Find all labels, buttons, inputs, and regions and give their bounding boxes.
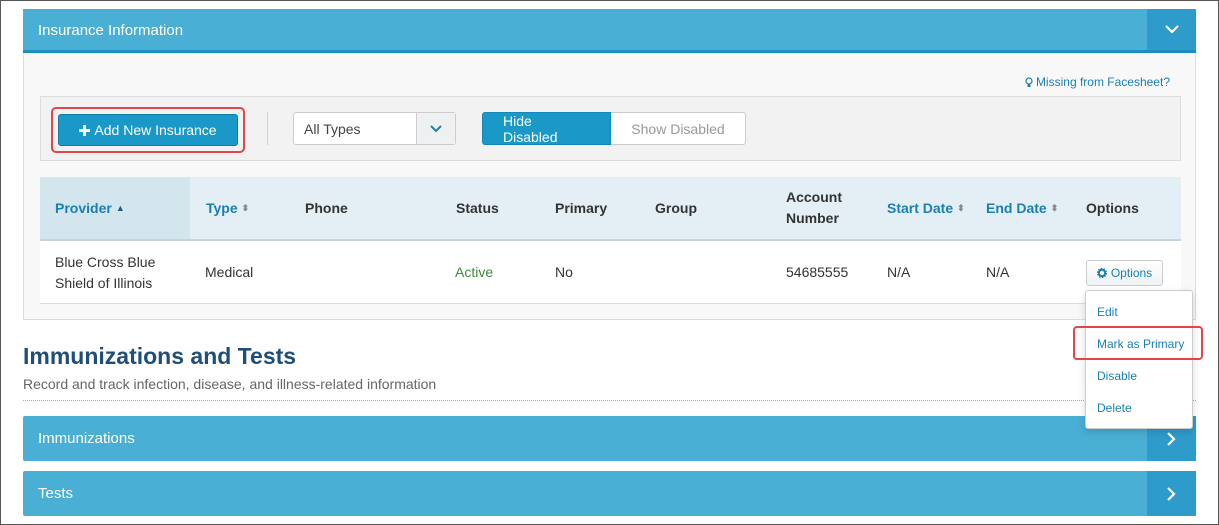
header-account-number: Account Number <box>786 189 842 226</box>
missing-from-facesheet-link[interactable]: Missing from Facesheet? <box>1025 75 1170 89</box>
chevron-down-icon <box>1164 25 1179 34</box>
sort-icon: ⬍ <box>241 202 250 213</box>
gear-icon <box>1096 268 1107 278</box>
sort-icon: ⬍ <box>957 202 965 213</box>
header-provider[interactable]: Provider ▲ <box>55 177 125 239</box>
header-group: Group <box>655 199 697 216</box>
sort-asc-icon: ▲ <box>115 202 125 213</box>
type-filter-select[interactable]: All Types <box>293 112 456 145</box>
cell-primary: No <box>555 264 573 280</box>
menu-item-edit[interactable]: Edit <box>1097 305 1118 319</box>
header-provider-label: Provider <box>55 199 112 216</box>
add-button-highlight: Add New Insurance <box>51 107 245 153</box>
show-disabled-button[interactable]: Show Disabled <box>611 112 746 145</box>
chevron-down-icon <box>430 124 442 132</box>
immunizations-bar[interactable]: Immunizations <box>23 416 1196 461</box>
cell-status: Active <box>455 264 494 280</box>
header-options: Options <box>1086 199 1139 216</box>
immunizations-bar-title: Immunizations <box>38 430 135 447</box>
hide-disabled-button[interactable]: Hide Disabled <box>482 112 611 145</box>
cell-provider: Blue Cross Blue Shield of Illinois <box>55 253 156 291</box>
cell-account-number: 54685555 <box>786 264 849 280</box>
header-end-date-label: End Date <box>986 199 1047 216</box>
row-options-button[interactable]: Options <box>1086 260 1163 286</box>
insurance-panel-header[interactable]: Insurance Information <box>23 9 1196 53</box>
cell-end-date: N/A <box>986 264 1010 280</box>
tests-expand-button[interactable] <box>1147 471 1196 516</box>
header-type-label: Type <box>206 199 238 216</box>
header-primary: Primary <box>555 199 608 216</box>
lightbulb-icon <box>1025 76 1033 87</box>
header-end-date[interactable]: End Date ⬍ <box>986 177 1058 239</box>
section-title: Immunizations and Tests <box>23 343 297 369</box>
add-new-insurance-label: Add New Insurance <box>94 122 217 138</box>
table-header: Provider ▲ Type ⬍ Phone Status Primary Gro… <box>40 177 1181 241</box>
row-options-label: Options <box>1110 266 1153 280</box>
menu-item-delete[interactable]: Delete <box>1097 401 1132 415</box>
header-type[interactable]: Type ⬍ <box>206 177 249 239</box>
disabled-toggle-group: Hide Disabled Show Disabled <box>482 112 746 145</box>
header-phone: Phone <box>305 199 348 216</box>
section-subtitle: Record and track infection, disease, and… <box>23 376 437 392</box>
tests-bar[interactable]: Tests <box>23 471 1196 516</box>
options-dropdown-menu: Edit Mark as Primary Disable Delete <box>1085 290 1193 429</box>
insurance-table: Provider ▲ Type ⬍ Phone Status Primary Gro… <box>40 177 1181 304</box>
plus-icon <box>79 124 91 136</box>
sort-icon: ⬍ <box>1050 202 1059 213</box>
header-start-date-label: Start Date <box>887 199 954 216</box>
missing-link-label: Missing from Facesheet? <box>1035 75 1170 89</box>
insurance-panel: Insurance Information Missing from Faces… <box>23 9 1196 320</box>
collapse-button[interactable] <box>1147 9 1196 50</box>
cell-type: Medical <box>205 264 254 280</box>
menu-item-disable[interactable]: Disable <box>1097 369 1137 383</box>
chevron-right-icon <box>1167 431 1176 446</box>
type-filter-arrow[interactable] <box>416 113 455 144</box>
type-filter-value: All Types <box>304 121 361 137</box>
tests-bar-title: Tests <box>38 485 74 502</box>
add-new-insurance-button[interactable]: Add New Insurance <box>58 114 238 146</box>
header-status: Status <box>456 199 499 216</box>
cell-start-date: N/A <box>887 264 911 280</box>
table-row: Blue Cross Blue Shield of Illinois Medic… <box>40 241 1181 304</box>
menu-item-mark-as-primary[interactable]: Mark as Primary <box>1097 337 1184 351</box>
toolbar-divider <box>267 112 268 145</box>
header-start-date[interactable]: Start Date ⬍ <box>887 177 965 239</box>
section-divider <box>23 400 1196 401</box>
chevron-right-icon <box>1167 486 1176 501</box>
insurance-panel-title: Insurance Information <box>38 22 184 39</box>
insurance-toolbar: Add New Insurance All Types Hide Disable… <box>40 96 1181 161</box>
